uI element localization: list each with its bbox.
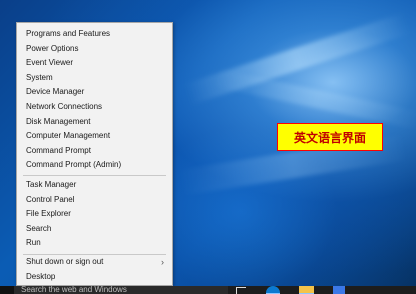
menu-item-programs-and-features[interactable]: Programs and Features [17,27,172,42]
power-user-menu: Programs and Features Power Options Even… [16,22,173,286]
folder-icon[interactable] [299,286,314,294]
english-interface-label: 英文语言界面 [277,123,383,151]
store-icon[interactable] [333,286,345,294]
menu-item-command-prompt[interactable]: Command Prompt [17,144,172,159]
menu-item-search[interactable]: Search [17,222,172,237]
menu-item-network-connections[interactable]: Network Connections [17,100,172,115]
windows-start-icon[interactable] [0,286,14,294]
menu-item-desktop[interactable]: Desktop [17,270,172,285]
menu-group-common-tools: Task Manager Control Panel File Explorer… [17,178,172,251]
menu-group-system-tools: Programs and Features Power Options Even… [17,27,172,173]
wallpaper-light-beam [212,68,416,130]
task-view-icon[interactable] [236,287,246,294]
menu-item-device-manager[interactable]: Device Manager [17,85,172,100]
taskbar-search-input[interactable]: Search the web and Windows [14,286,228,294]
menu-item-run[interactable]: Run [17,236,172,251]
menu-item-computer-management[interactable]: Computer Management [17,129,172,144]
menu-item-shut-down-or-sign-out[interactable]: Shut down or sign out › [17,255,172,270]
menu-item-label: Shut down or sign out [26,257,104,266]
taskbar: Search the web and Windows [0,286,416,294]
menu-item-power-options[interactable]: Power Options [17,42,172,57]
menu-item-control-panel[interactable]: Control Panel [17,193,172,208]
menu-item-system[interactable]: System [17,71,172,86]
menu-item-task-manager[interactable]: Task Manager [17,178,172,193]
edge-icon[interactable] [266,286,280,294]
menu-separator [23,175,166,176]
menu-item-command-prompt-admin[interactable]: Command Prompt (Admin) [17,158,172,173]
menu-item-file-explorer[interactable]: File Explorer [17,207,172,222]
submenu-arrow-icon: › [161,257,164,267]
desktop-background: Programs and Features Power Options Even… [0,0,416,294]
menu-item-disk-management[interactable]: Disk Management [17,115,172,130]
menu-item-event-viewer[interactable]: Event Viewer [17,56,172,71]
menu-group-session: Shut down or sign out › Desktop [17,255,172,284]
